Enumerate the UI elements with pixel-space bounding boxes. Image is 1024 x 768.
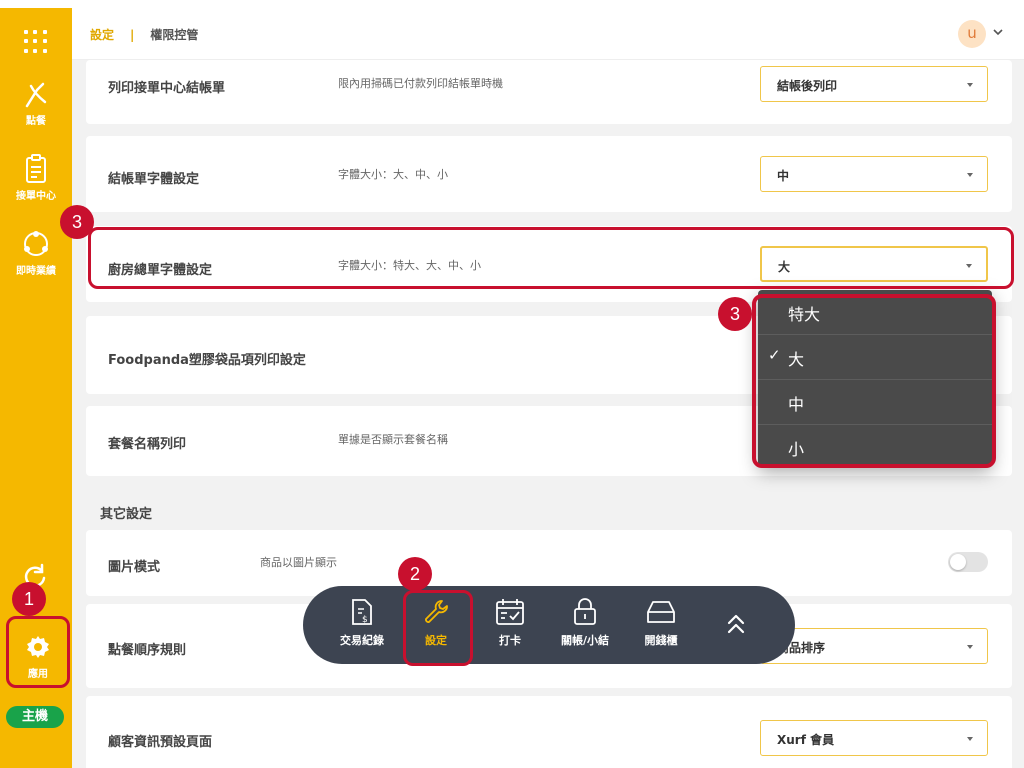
toolbar-open-drawer[interactable]: 開錢櫃 bbox=[626, 598, 696, 648]
breadcrumb-separator: | bbox=[130, 28, 135, 42]
chevron-down-icon[interactable] bbox=[992, 26, 1004, 38]
lock-icon bbox=[574, 598, 596, 625]
host-badge: 主機 bbox=[6, 706, 64, 728]
highlight-apps bbox=[6, 616, 70, 688]
bottom-toolbar: $ 交易紀錄 設定 打卡 關帳/小結 開錢櫃 bbox=[303, 586, 795, 664]
highlight-settings bbox=[403, 590, 473, 666]
clipboard-icon bbox=[26, 154, 46, 183]
toolbar-expand[interactable] bbox=[701, 612, 771, 636]
setting-title: 結帳單字體設定 bbox=[108, 172, 200, 187]
breadcrumb-settings[interactable]: 設定 bbox=[90, 28, 114, 42]
customer-page-select[interactable]: Xurf 會員 bbox=[760, 720, 988, 756]
annotation-number: 3 bbox=[60, 205, 94, 239]
caret-down-icon bbox=[967, 737, 973, 741]
avatar[interactable]: u bbox=[958, 20, 986, 48]
chart-icon bbox=[24, 231, 48, 256]
annotation-number: 3 bbox=[718, 297, 752, 331]
caret-down-icon bbox=[967, 645, 973, 649]
header: 設定 | 權限控管 u bbox=[72, 8, 1024, 60]
highlight-kitchen-font-row bbox=[88, 227, 1014, 289]
setting-title: 套餐名稱列印 bbox=[108, 437, 187, 452]
setting-title: Foodpanda塑膠袋品項列印設定 bbox=[108, 353, 306, 368]
setting-title: 列印接單中心結帳單 bbox=[108, 81, 226, 96]
order-icon bbox=[25, 82, 47, 108]
caret-down-icon bbox=[967, 83, 973, 87]
setting-desc: 限內用掃碼已付款列印結帳單時機 bbox=[338, 77, 503, 90]
sidebar-item-label: 點餐 bbox=[26, 116, 46, 127]
setting-row-customer-page: 顧客資訊預設頁面 Xurf 會員 bbox=[86, 696, 1012, 768]
select-value: 結帳後列印 bbox=[777, 79, 838, 93]
setting-row-receipt-font: 結帳單字體設定 字體大小：大、中、小 中 bbox=[86, 136, 1012, 212]
setting-title: 顧客資訊預設頁面 bbox=[108, 735, 213, 750]
toolbar-clock-in[interactable]: 打卡 bbox=[475, 598, 545, 648]
image-mode-toggle[interactable] bbox=[948, 552, 988, 572]
setting-row-print-receipt: 列印接單中心結帳單 限內用掃碼已付款列印結帳單時機 結帳後列印 bbox=[86, 60, 1012, 124]
toolbar-close-account[interactable]: 關帳/小結 bbox=[550, 598, 620, 648]
other-settings-title: 其它設定 bbox=[100, 507, 153, 522]
sidebar-item-order[interactable]: 點餐 bbox=[0, 80, 72, 127]
highlight-dropdown bbox=[752, 294, 996, 468]
apps-grid-icon[interactable] bbox=[24, 30, 48, 54]
sidebar-item-live-sales[interactable]: 即時業績 bbox=[0, 228, 72, 277]
select-value: 中 bbox=[777, 169, 790, 183]
select-value: Xurf 會員 bbox=[777, 733, 835, 747]
toolbar-transactions[interactable]: $ 交易紀錄 bbox=[327, 598, 397, 648]
sidebar-item-label: 即時業績 bbox=[16, 266, 56, 277]
receipt-font-select[interactable]: 中 bbox=[760, 156, 988, 192]
breadcrumb-permissions[interactable]: 權限控管 bbox=[150, 28, 198, 42]
annotation-number: 1 bbox=[12, 582, 46, 616]
toolbar-label: 交易紀錄 bbox=[340, 634, 384, 647]
setting-title: 圖片模式 bbox=[108, 560, 161, 575]
annotation-number: 2 bbox=[398, 557, 432, 591]
receipt-icon: $ bbox=[352, 599, 372, 625]
cash-drawer-icon bbox=[647, 601, 675, 623]
toolbar-label: 關帳/小結 bbox=[560, 634, 610, 647]
sidebar-item-label: 接單中心 bbox=[16, 191, 56, 202]
order-sequence-select[interactable]: 商品排序 bbox=[760, 628, 988, 664]
sidebar-item-orders-center[interactable]: 接單中心 bbox=[0, 153, 72, 202]
svg-text:$: $ bbox=[362, 615, 368, 625]
toolbar-label: 開錢櫃 bbox=[644, 634, 678, 647]
caret-down-icon bbox=[967, 173, 973, 177]
setting-desc: 字體大小：大、中、小 bbox=[338, 168, 448, 181]
breadcrumb: 設定 | 權限控管 bbox=[90, 26, 198, 43]
toolbar-label: 打卡 bbox=[499, 634, 521, 647]
double-chevron-up-icon bbox=[727, 614, 745, 634]
setting-desc: 商品以圖片顯示 bbox=[260, 556, 337, 569]
calendar-check-icon bbox=[496, 599, 524, 625]
setting-title: 點餐順序規則 bbox=[108, 643, 187, 658]
print-receipt-select[interactable]: 結帳後列印 bbox=[760, 66, 988, 102]
setting-desc: 單據是否顯示套餐名稱 bbox=[338, 433, 448, 446]
